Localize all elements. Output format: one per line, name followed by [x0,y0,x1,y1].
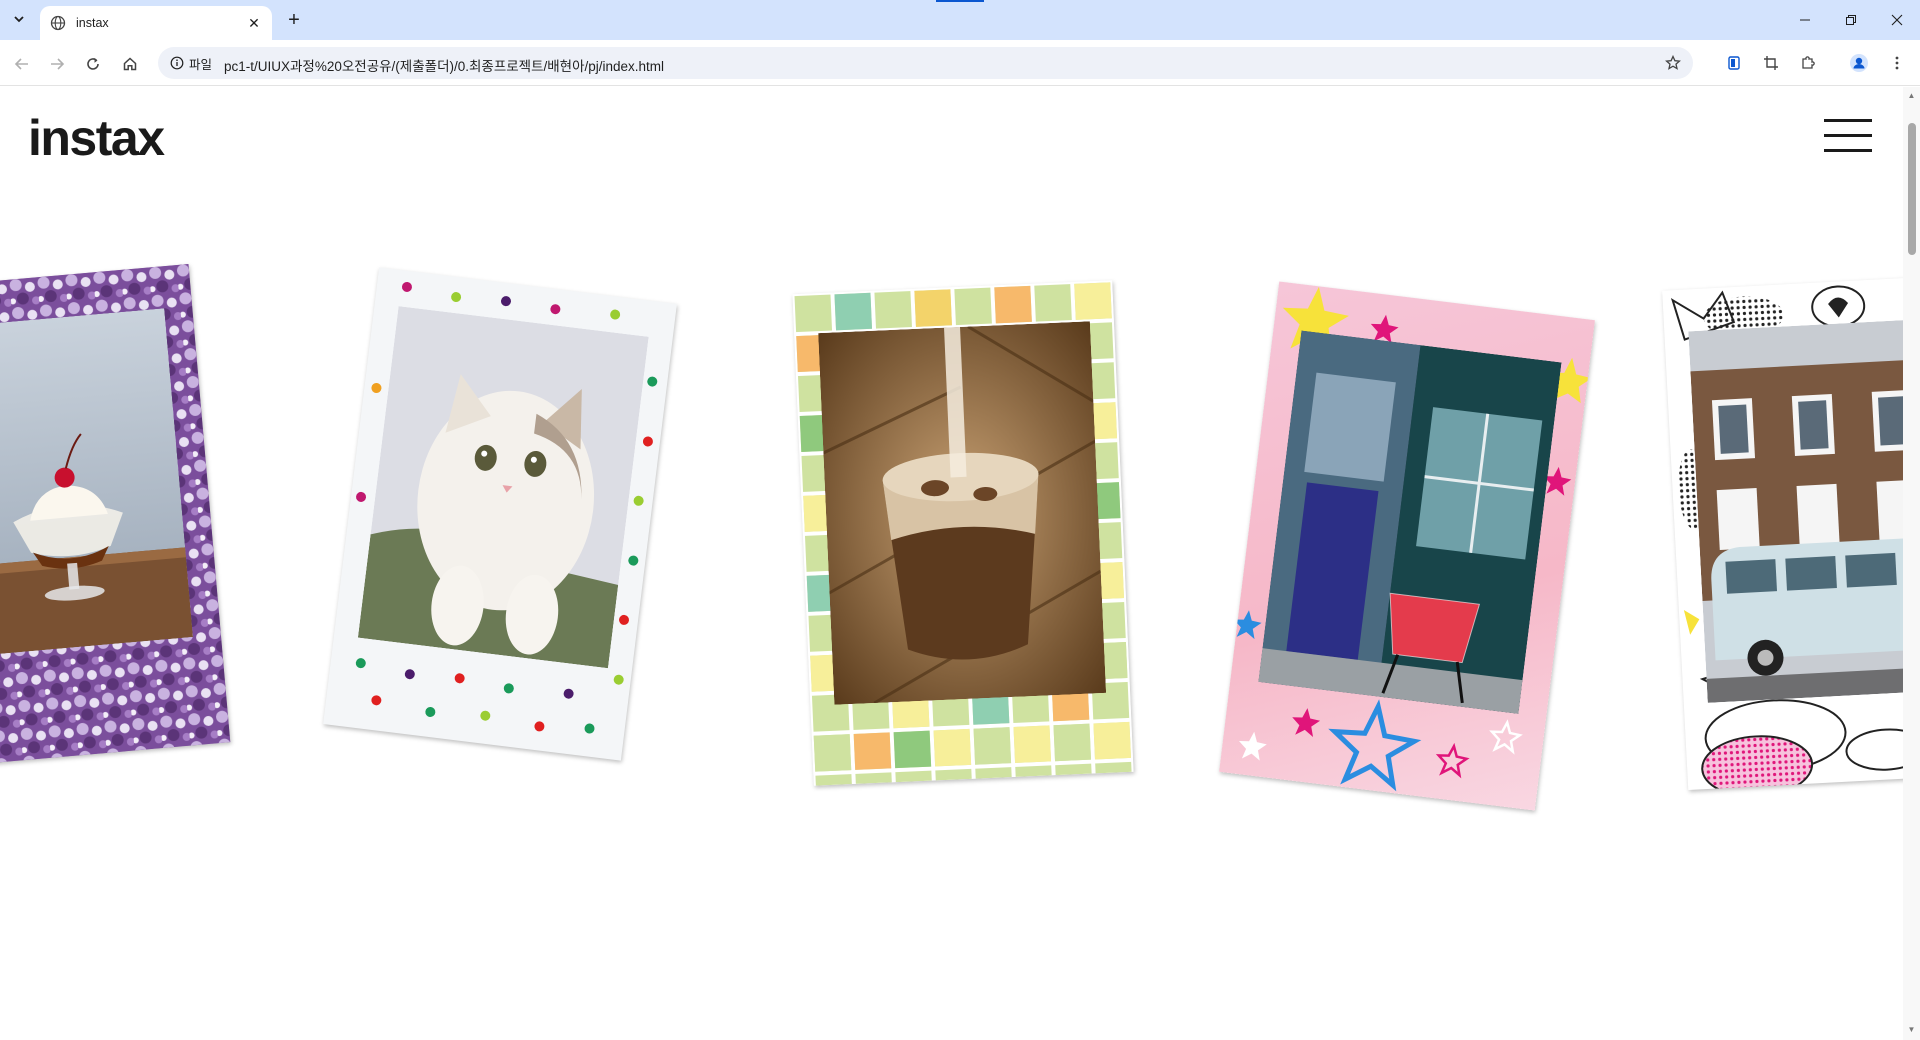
minimize-icon [1800,19,1810,21]
polaroid-card-sundae[interactable] [0,263,231,771]
page-viewport: instax [0,87,1903,1040]
site-info-label: 파일 [189,57,213,72]
photo-ice-cream-sundae [0,308,194,661]
photo-house-with-van [1688,316,1903,703]
hamburger-line [1824,119,1872,122]
chevron-down-icon [14,16,24,23]
hamburger-line [1824,134,1872,137]
back-button[interactable] [8,50,36,78]
polaroid-card-cafe[interactable] [1219,281,1595,811]
close-icon [1891,14,1903,26]
star-icon [1665,55,1681,70]
tab-drag-indicator [936,0,984,2]
browser-tab-active[interactable]: instax ✕ [40,6,272,40]
photo-iced-coffee [818,321,1107,705]
scroll-up-arrow-icon[interactable]: ▲ [1907,91,1916,100]
arrow-right-icon [51,58,65,70]
scroll-down-arrow-icon[interactable]: ▼ [1907,1025,1916,1034]
avatar-icon [1850,54,1868,72]
more-vert-icon [1895,56,1899,70]
polaroid-card-coffee[interactable] [792,280,1134,786]
tab-search-button[interactable] [8,8,30,30]
url-text[interactable]: pc1-t/UIUX과정%20오전공유/(제출폴더)/0.최종프로젝트/배현아/… [224,55,664,75]
photo-blue-door-cafe [1258,330,1562,714]
globe-icon [50,15,66,31]
restore-button[interactable] [1828,0,1874,40]
home-button[interactable] [116,50,144,78]
crop-icon [1764,56,1778,70]
side-panel-icon [1728,56,1740,70]
reload-button[interactable] [79,50,107,78]
hamburger-menu-button[interactable] [1824,117,1872,155]
scrollbar-thumb[interactable] [1908,123,1916,255]
screenshot-button[interactable] [1760,52,1782,74]
browser-toolbar: 파일 pc1-t/UIUX과정%20오전공유/(제출폴더)/0.최종프로젝트/배… [0,40,1920,86]
tab-title: instax [76,16,109,30]
address-bar[interactable]: 파일 pc1-t/UIUX과정%20오전공유/(제출폴더)/0.최종프로젝트/배… [158,47,1693,79]
info-icon [170,56,184,70]
photo-white-cat [357,306,649,669]
home-icon [123,57,137,71]
close-window-button[interactable] [1874,0,1920,40]
arrow-left-icon [14,58,28,70]
new-tab-button[interactable]: + [282,8,306,32]
bookmark-star-button[interactable] [1663,53,1683,73]
polaroid-card-cat[interactable] [323,267,677,761]
forward-button[interactable] [43,50,71,78]
reload-icon [87,58,99,70]
puzzle-icon [1802,56,1815,69]
page-scrollbar[interactable]: ▲ ▼ [1903,87,1920,1040]
browser-tab-strip: instax ✕ + [0,0,1920,40]
tab-close-icon[interactable]: ✕ [246,15,262,32]
polaroid-card-van[interactable] [1662,273,1903,791]
minimize-button[interactable] [1782,0,1828,40]
site-info-chip[interactable]: 파일 [164,51,220,75]
reading-mode-button[interactable] [1723,52,1745,74]
restore-icon [1846,15,1856,25]
extensions-button[interactable] [1797,52,1819,74]
profile-button[interactable] [1848,52,1870,74]
browser-menu-button[interactable] [1886,52,1908,74]
hamburger-line [1824,149,1872,152]
instax-logo[interactable]: instax [28,109,165,167]
